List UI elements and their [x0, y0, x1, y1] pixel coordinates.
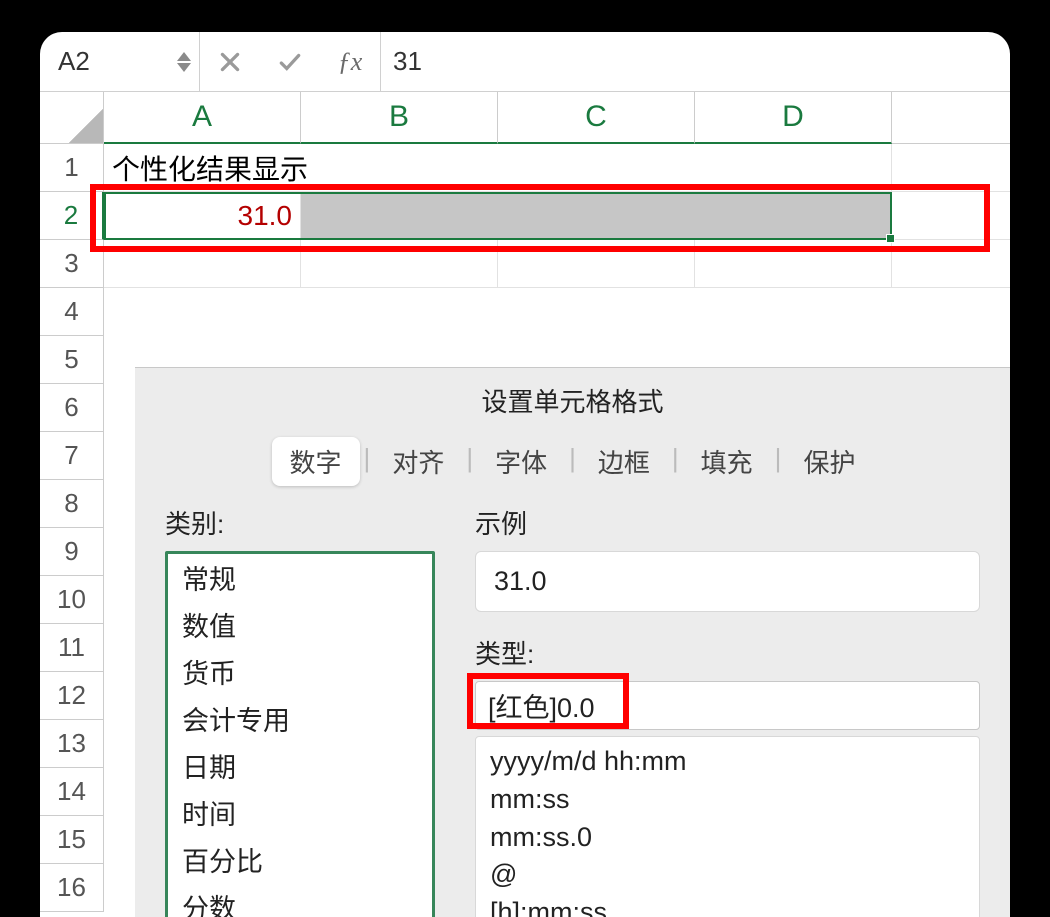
- fx-icon[interactable]: ƒx: [320, 32, 380, 91]
- column-header-extra: [892, 92, 1010, 144]
- format-code-list[interactable]: yyyy/m/d hh:mm mm:ss mm:ss.0 @ [h]:mm:ss…: [475, 736, 980, 917]
- app-window: A2 ƒx 31 A B C D 1: [40, 32, 1010, 917]
- category-item[interactable]: 会计专用: [168, 695, 432, 742]
- row-header-16[interactable]: 16: [40, 864, 104, 912]
- tab-alignment[interactable]: 对齐: [374, 437, 462, 486]
- check-icon: [277, 49, 303, 75]
- row-header-9[interactable]: 9: [40, 528, 104, 576]
- formula-input[interactable]: 31: [380, 32, 1010, 91]
- format-detail-panel: 示例 31.0 类型: yyyy/m/d hh:mm mm:ss mm:ss.0…: [475, 504, 980, 917]
- row-header-3[interactable]: 3: [40, 240, 104, 288]
- column-header-a[interactable]: A: [104, 92, 301, 144]
- column-header-c[interactable]: C: [498, 92, 695, 144]
- tab-border[interactable]: 边框: [580, 437, 668, 486]
- name-box[interactable]: A2: [40, 32, 200, 91]
- row-header-14[interactable]: 14: [40, 768, 104, 816]
- tab-font[interactable]: 字体: [477, 437, 565, 486]
- dialog-body: 类别: 常规 数值 货币 会计专用 日期 时间 百分比 分数 科学记数 文本 特…: [135, 504, 1010, 917]
- category-item[interactable]: 常规: [168, 554, 432, 601]
- row-header-8[interactable]: 8: [40, 480, 104, 528]
- row-header-12[interactable]: 12: [40, 672, 104, 720]
- chevron-up-icon: [177, 52, 191, 61]
- list-item[interactable]: yyyy/m/d hh:mm: [490, 743, 965, 781]
- name-box-stepper[interactable]: [177, 52, 191, 72]
- row-header-5[interactable]: 5: [40, 336, 104, 384]
- table-row: 4: [40, 288, 1010, 336]
- table-row: 3: [40, 240, 1010, 288]
- category-list[interactable]: 常规 数值 货币 会计专用 日期 时间 百分比 分数 科学记数 文本 特殊 自定…: [165, 551, 435, 917]
- cell-b3[interactable]: [301, 240, 498, 288]
- close-icon: [217, 49, 243, 75]
- example-label: 示例: [475, 504, 980, 541]
- cell-extra[interactable]: [892, 144, 1010, 192]
- example-box: 31.0: [475, 551, 980, 612]
- row-header-11[interactable]: 11: [40, 624, 104, 672]
- cell-extra[interactable]: [892, 192, 1010, 240]
- list-item[interactable]: [h]:mm:ss: [490, 894, 965, 917]
- chevron-down-icon: [177, 63, 191, 72]
- tab-fill[interactable]: 填充: [683, 437, 771, 486]
- dialog-tabs: 数字 | 对齐 | 字体 | 边框 | 填充 | 保护: [135, 437, 1010, 504]
- row-header-13[interactable]: 13: [40, 720, 104, 768]
- type-label: 类型:: [475, 634, 980, 671]
- cell-extra[interactable]: [892, 240, 1010, 288]
- list-item[interactable]: @: [490, 856, 965, 894]
- row-header-4[interactable]: 4: [40, 288, 104, 336]
- spreadsheet-grid: A B C D 1 个性化结果显示 2 31.0 -43.0 0.0 个: [40, 92, 1010, 917]
- cell-d3[interactable]: [695, 240, 892, 288]
- cell-a1[interactable]: 个性化结果显示: [104, 144, 892, 192]
- row-header-7[interactable]: 7: [40, 432, 104, 480]
- category-item[interactable]: 日期: [168, 742, 432, 789]
- cell-c3[interactable]: [498, 240, 695, 288]
- row-header-1[interactable]: 1: [40, 144, 104, 192]
- formula-bar: A2 ƒx 31: [40, 32, 1010, 92]
- column-header-d[interactable]: D: [695, 92, 892, 144]
- formula-value: 31: [393, 46, 422, 77]
- cell-a2[interactable]: 31.0: [104, 192, 301, 240]
- category-item[interactable]: 分数: [168, 883, 432, 917]
- category-item[interactable]: 时间: [168, 789, 432, 836]
- name-box-value: A2: [58, 46, 90, 77]
- select-all-corner[interactable]: [40, 92, 104, 144]
- table-row: 1 个性化结果显示: [40, 144, 1010, 192]
- list-item[interactable]: mm:ss.0: [490, 819, 965, 857]
- cell-a3[interactable]: [104, 240, 301, 288]
- selection-fill: [301, 192, 892, 240]
- row-header-2[interactable]: 2: [40, 192, 104, 240]
- type-input[interactable]: [475, 681, 980, 730]
- category-item[interactable]: 货币: [168, 648, 432, 695]
- row-header-15[interactable]: 15: [40, 816, 104, 864]
- tab-number[interactable]: 数字: [272, 437, 360, 486]
- dialog-title: 设置单元格格式: [135, 368, 1010, 437]
- cancel-formula-button[interactable]: [200, 32, 260, 91]
- example-value: 31.0: [494, 566, 547, 596]
- column-header-b[interactable]: B: [301, 92, 498, 144]
- list-item[interactable]: mm:ss: [490, 781, 965, 819]
- category-label: 类别:: [165, 504, 435, 541]
- category-item[interactable]: 数值: [168, 601, 432, 648]
- row-header-6[interactable]: 6: [40, 384, 104, 432]
- column-headers: A B C D: [40, 92, 1010, 144]
- row-header-10[interactable]: 10: [40, 576, 104, 624]
- tab-protection[interactable]: 保护: [785, 437, 873, 486]
- confirm-formula-button[interactable]: [260, 32, 320, 91]
- format-cells-dialog: 设置单元格格式 数字 | 对齐 | 字体 | 边框 | 填充 | 保护 类别: …: [135, 367, 1010, 917]
- category-panel: 类别: 常规 数值 货币 会计专用 日期 时间 百分比 分数 科学记数 文本 特…: [165, 504, 435, 917]
- category-item[interactable]: 百分比: [168, 836, 432, 883]
